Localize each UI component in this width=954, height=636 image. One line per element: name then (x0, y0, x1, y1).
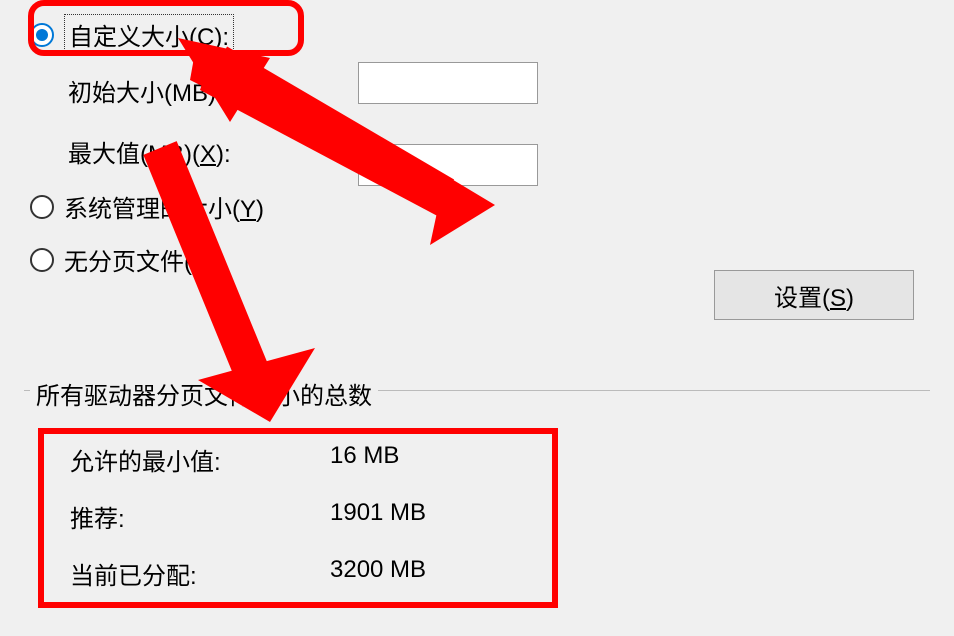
radio-system-managed-label: 系统管理的大小(Y) (64, 189, 264, 224)
radio-no-paging[interactable] (30, 248, 54, 272)
max-size-label: 最大值(MB)(X): (68, 134, 231, 169)
radio-custom-size[interactable] (30, 23, 54, 47)
radio-custom-size-label: 自定义大小(C): (64, 14, 234, 55)
current-allocated-label: 当前已分配: (70, 556, 330, 591)
recommended-label: 推荐: (70, 499, 330, 534)
radio-system-managed[interactable] (30, 195, 54, 219)
totals-row-min: 允许的最小值: 16 MB (70, 442, 550, 477)
totals-row-current: 当前已分配: 3200 MB (70, 556, 550, 591)
totals-row-recommended: 推荐: 1901 MB (70, 499, 550, 534)
min-allowed-label: 允许的最小值: (70, 442, 330, 477)
radio-no-paging-label: 无分页文件(N) (64, 242, 217, 277)
recommended-value: 1901 MB (330, 499, 550, 534)
set-button[interactable]: 设置(S) (714, 270, 914, 320)
min-allowed-value: 16 MB (330, 442, 550, 477)
initial-size-input[interactable] (358, 62, 538, 104)
max-size-input[interactable] (358, 144, 538, 186)
totals-section: 允许的最小值: 16 MB 推荐: 1901 MB 当前已分配: 3200 MB (70, 442, 550, 613)
groupbox-legend: 所有驱动器分页文件大小的总数 (30, 376, 378, 411)
current-allocated-value: 3200 MB (330, 556, 550, 591)
initial-size-label: 初始大小(MB)(I): (68, 73, 245, 108)
